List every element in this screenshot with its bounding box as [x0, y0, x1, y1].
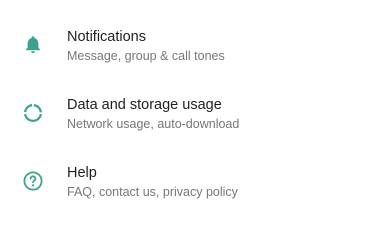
settings-item-title: Help [67, 165, 97, 181]
bell-icon [21, 33, 45, 57]
help-icon [21, 169, 45, 193]
settings-item-subtitle: FAQ, contact us, privacy policy [67, 185, 238, 199]
settings-item-help[interactable]: Help FAQ, contact us, privacy policy [0, 154, 384, 208]
settings-item-subtitle: Network usage, auto-download [67, 117, 240, 131]
settings-list: Notifications Message, group & call tone… [0, 0, 384, 216]
settings-item-data-storage[interactable]: Data and storage usage Network usage, au… [0, 86, 384, 140]
settings-item-subtitle: Message, group & call tones [67, 49, 225, 63]
data-usage-icon [21, 101, 45, 125]
settings-item-title: Data and storage usage [67, 97, 222, 113]
settings-item-title: Notifications [67, 29, 146, 45]
settings-item-notifications[interactable]: Notifications Message, group & call tone… [0, 18, 384, 72]
